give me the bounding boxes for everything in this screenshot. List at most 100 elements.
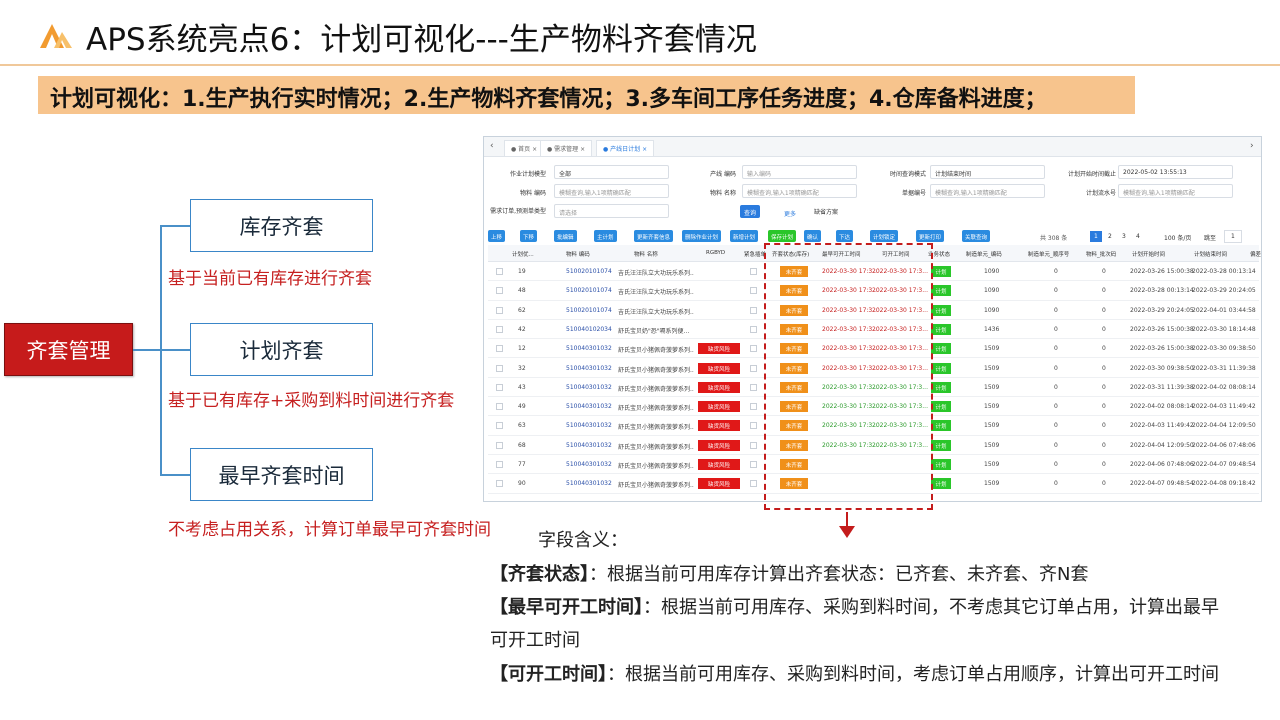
connector — [160, 349, 190, 351]
urgent-checkbox[interactable] — [750, 306, 757, 314]
page-2[interactable]: 2 — [1108, 233, 1112, 240]
cell-unit: 1090 — [984, 306, 1000, 314]
time-mode-select[interactable]: 计划结束时间 — [930, 165, 1045, 179]
urgent-checkbox[interactable] — [750, 325, 757, 333]
risk-badge: 缺货风险 — [698, 381, 740, 393]
urgent-checkbox[interactable] — [750, 383, 757, 391]
toolbar-button[interactable]: 关联查询 — [962, 230, 991, 242]
branch-node: 最早齐套时间 — [190, 448, 373, 501]
risk-badge: 缺货风险 — [698, 343, 740, 355]
urgent-checkbox[interactable] — [750, 480, 757, 488]
urgent-checkbox[interactable] — [750, 422, 757, 430]
demand-type-select[interactable]: 请选择 — [554, 204, 669, 218]
col-header[interactable]: 计划优... — [512, 250, 534, 258]
tab-demand[interactable]: ● 需求管理 × — [540, 140, 593, 156]
banner-text: 计划可视化：1.生产执行实时情况；2.生产物料齐套情况；3.多车间工序任务进度；… — [50, 87, 1047, 112]
material-code-input[interactable]: 模糊查询,输入1项精确匹配 — [554, 184, 669, 198]
toolbar-button[interactable]: 删除作业计划 — [682, 230, 722, 242]
row-checkbox[interactable] — [496, 325, 503, 333]
doc-no-input[interactable]: 模糊查询,输入1项精确匹配 — [930, 184, 1045, 198]
row-checkbox[interactable] — [496, 422, 503, 430]
toolbar-button[interactable]: 更新齐套信息 — [634, 230, 674, 242]
row-checkbox[interactable] — [496, 306, 503, 314]
urgent-checkbox[interactable] — [750, 461, 757, 468]
urgent-checkbox[interactable] — [750, 441, 757, 449]
cell-order: 0 — [1054, 287, 1058, 295]
cell-batch: 0 — [1102, 268, 1106, 275]
page-4[interactable]: 4 — [1136, 233, 1140, 240]
row-checkbox[interactable] — [496, 403, 503, 411]
col-header[interactable]: 物料_批次码 — [1086, 250, 1116, 258]
col-header[interactable]: 计划结束时间 — [1194, 250, 1227, 258]
row-checkbox[interactable] — [496, 345, 503, 353]
tab-home[interactable]: ● 首页 × — [504, 140, 545, 156]
col-header[interactable]: RGBYD — [706, 250, 725, 256]
urgent-checkbox[interactable] — [750, 287, 757, 295]
col-header[interactable]: 计划开始时间 — [1132, 250, 1165, 258]
line-code-input[interactable]: 输入编码 — [742, 165, 857, 179]
col-header[interactable]: 制造单元_编码 — [966, 250, 1002, 258]
cell-name: 舒氏宝贝小猪佩奇菠萝系列... — [618, 347, 694, 355]
cell-name: 吉氏汪汪队立大功玩乐系列... — [618, 289, 694, 297]
col-header[interactable]: 紧急插单 — [744, 250, 766, 258]
field-key: 【可开工时间】 — [490, 664, 607, 685]
row-checkbox[interactable] — [496, 480, 503, 488]
row-checkbox[interactable] — [496, 268, 503, 275]
toolbar-button[interactable]: 确认 — [804, 230, 822, 242]
toolbar-button[interactable]: 更新打印 — [916, 230, 945, 242]
cell-batch: 0 — [1102, 306, 1106, 314]
col-header[interactable]: 偏差 — [1250, 250, 1261, 258]
jump-input[interactable]: 1 — [1224, 230, 1242, 243]
scheme-select[interactable]: 缺省方案 — [810, 204, 860, 218]
toolbar-button[interactable]: 下达 — [836, 230, 854, 242]
cell-plan_start: 2022-03-28 00:13:14 — [1130, 287, 1194, 295]
query-button[interactable]: 查询 — [740, 205, 761, 218]
urgent-checkbox[interactable] — [750, 403, 757, 411]
cell-code: 510040301032 — [566, 403, 612, 411]
material-name-input[interactable]: 模糊查询,输入1项精确匹配 — [742, 184, 857, 198]
toolbar-button[interactable]: 新增计划 — [730, 230, 759, 242]
row-checkbox[interactable] — [496, 287, 503, 295]
page-1[interactable]: 1 — [1090, 231, 1102, 242]
toolbar-button[interactable]: 上移 — [488, 230, 506, 242]
toolbar-button[interactable]: 主计划 — [594, 230, 617, 242]
cell-plan_start: 2022-04-02 08:08:14 — [1130, 403, 1194, 411]
row-checkbox[interactable] — [496, 441, 503, 449]
plan-type-select[interactable]: 全部 — [554, 165, 669, 179]
cell-plan_end: 2022-04-07 09:48:54 — [1192, 461, 1256, 468]
cell-order: 0 — [1054, 422, 1058, 430]
urgent-checkbox[interactable] — [750, 345, 757, 353]
highlight-frame — [764, 243, 933, 510]
page-title: APS系统亮点6：计划可视化---生产物料齐套情况 — [86, 22, 757, 58]
cell-name: 舒氏宝贝小猪佩奇菠萝系列... — [618, 405, 694, 413]
chevron-left-icon[interactable]: ‹ — [490, 141, 494, 151]
toolbar-button[interactable]: 保存计划 — [768, 230, 797, 242]
filter-label: 单据编号 — [901, 190, 926, 197]
cell-plan_start: 2022-04-06 07:48:06 — [1130, 461, 1194, 468]
tab-line-plan[interactable]: ● 产线日计划 × — [596, 140, 655, 156]
page-3[interactable]: 3 — [1122, 233, 1126, 240]
urgent-checkbox[interactable] — [750, 268, 757, 275]
more-toggle[interactable]: 更多 — [784, 209, 796, 218]
toolbar-button[interactable]: 批编辑 — [554, 230, 577, 242]
toolbar-button[interactable]: 下移 — [520, 230, 538, 242]
chevron-right-icon[interactable]: › — [1250, 141, 1254, 151]
col-header[interactable]: 物料 编码 — [566, 250, 590, 258]
row-checkbox[interactable] — [496, 461, 503, 468]
cell-name: 吉氏汪汪队立大功玩乐系列... — [618, 270, 694, 277]
urgent-checkbox[interactable] — [750, 364, 757, 372]
cell-batch: 0 — [1102, 364, 1106, 372]
cell-seq: 90 — [518, 480, 526, 488]
arrow-down-icon — [839, 526, 855, 538]
connector — [160, 225, 190, 227]
row-checkbox[interactable] — [496, 383, 503, 391]
cell-name: 舒氏宝贝小猪佩奇菠萝系列... — [618, 366, 694, 374]
row-checkbox[interactable] — [496, 364, 503, 372]
col-header[interactable]: 制造单元_顺序号 — [1028, 250, 1069, 258]
plan-start-input[interactable]: 2022-05-02 13:55:13 — [1118, 165, 1233, 179]
col-header[interactable]: 物料 名称 — [634, 250, 658, 258]
cell-name: 吉氏汪汪队立大功玩乐系列... — [618, 308, 694, 316]
toolbar-button[interactable]: 计划锁定 — [870, 230, 899, 242]
plan-seq-input[interactable]: 模糊查询,输入1项精确匹配 — [1118, 184, 1233, 198]
page-size-select[interactable]: 100 条/页 — [1164, 233, 1191, 242]
